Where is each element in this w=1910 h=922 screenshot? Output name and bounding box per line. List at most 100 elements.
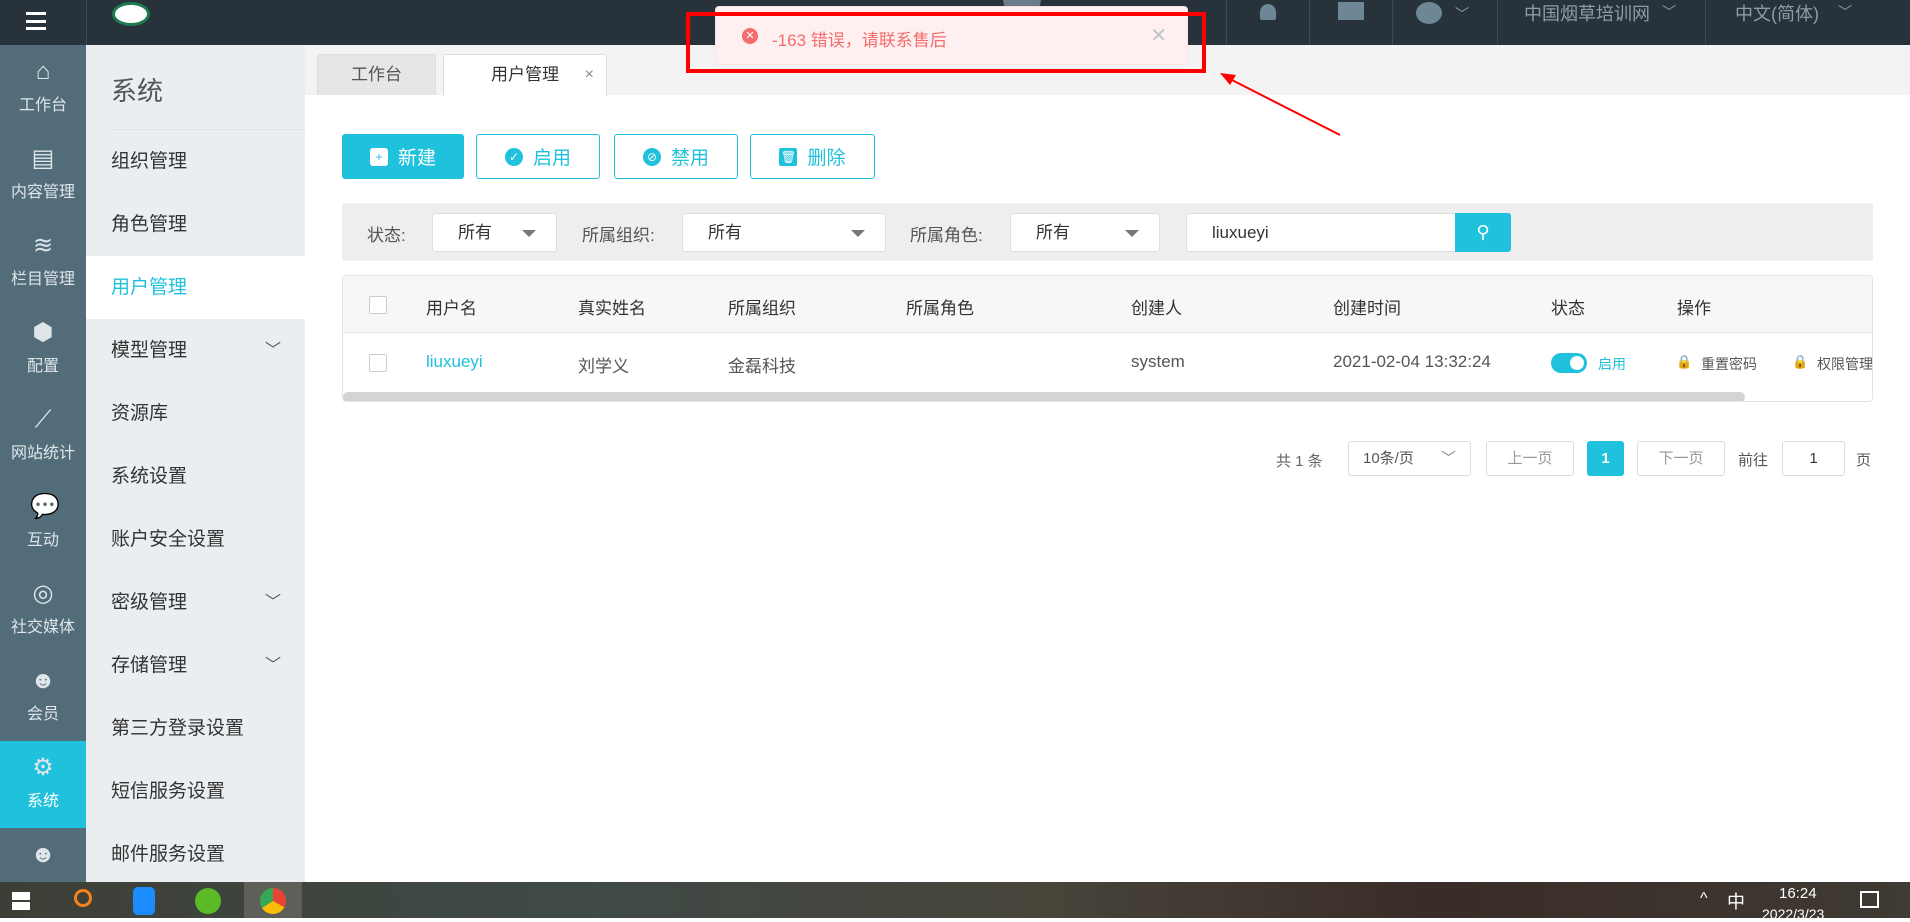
page-size-select[interactable]: 10条/页 ﹀ — [1348, 441, 1471, 476]
chevron-down-icon[interactable]: ﹀ — [1455, 4, 1469, 24]
lock-icon: 🔒 — [1792, 354, 1809, 369]
horizontal-scrollbar[interactable] — [343, 392, 1745, 401]
submenu-label: 存储管理 — [111, 655, 188, 676]
rail-item-2[interactable]: ≋ 栏目管理 — [0, 219, 86, 306]
palette-icon[interactable] — [1416, 2, 1442, 24]
disable-label: 禁用 — [670, 148, 709, 169]
submenu-item-8[interactable]: 存储管理 ﹀ — [86, 634, 305, 697]
submenu-item-2[interactable]: 用户管理 — [86, 256, 305, 319]
org-select[interactable]: 所有 — [682, 213, 886, 252]
windows-start-icon[interactable] — [12, 892, 30, 910]
submenu-label: 模型管理 — [111, 340, 188, 361]
lock-reset-icon: 🔒 — [1676, 354, 1693, 369]
col-status: 状态 — [1551, 299, 1585, 318]
rail-item-6[interactable]: ◎ 社交媒体 — [0, 567, 86, 654]
annotation-box — [686, 12, 1206, 73]
browser-green-icon[interactable] — [195, 888, 221, 914]
bell-icon[interactable] — [1260, 4, 1276, 20]
reset-password-link[interactable]: 重置密码 — [1701, 354, 1757, 374]
goto-page-input[interactable]: 1 — [1782, 441, 1845, 476]
new-label: 新建 — [397, 148, 436, 169]
current-page[interactable]: 1 — [1587, 441, 1624, 476]
role-select[interactable]: 所有 — [1010, 213, 1160, 252]
clock-time[interactable]: 16:24 — [1779, 885, 1817, 902]
col-actions: 操作 — [1677, 299, 1711, 318]
submenu-label: 资源库 — [111, 403, 169, 424]
submenu-label: 组织管理 — [111, 151, 188, 172]
tray-chevron-icon[interactable]: ^ — [1700, 890, 1708, 908]
rail-icon: ⌂ — [35, 58, 51, 85]
submenu-item-4[interactable]: 资源库 — [86, 382, 305, 445]
rail-item-5[interactable]: 💬 互动 — [0, 480, 86, 567]
submenu-item-10[interactable]: 短信服务设置 — [86, 760, 305, 823]
language-selector[interactable]: 中文(简体) — [1735, 0, 1819, 26]
filter-bar: 状态: 所有 所属组织: 所有 所属角色: 所有 liuxueyi ⚲ — [342, 203, 1873, 261]
notification-icon[interactable] — [1860, 891, 1879, 908]
submenu-item-1[interactable]: 角色管理 — [86, 193, 305, 256]
menu-icon[interactable] — [26, 12, 46, 30]
page-suffix: 页 — [1856, 452, 1872, 469]
enable-label: 启用 — [532, 148, 571, 169]
submenu-item-11[interactable]: 邮件服务设置 — [86, 823, 305, 886]
rail-item-1[interactable]: ▤ 内容管理 — [0, 132, 86, 219]
annotation-arrow — [1220, 73, 1341, 136]
col-realname: 真实姓名 — [578, 299, 646, 318]
rail-item-3[interactable]: ⬢ 配置 — [0, 306, 86, 393]
monitor-icon[interactable] — [1338, 2, 1364, 20]
org-value: 所有 — [708, 223, 742, 242]
chrome-icon — [260, 888, 286, 914]
rail-icon: ▤ — [31, 145, 55, 172]
close-icon[interactable]: × — [585, 55, 594, 95]
role-label: 所属角色: — [910, 226, 983, 245]
rail-item-7[interactable]: ☻ 会员 — [0, 654, 86, 741]
status-select[interactable]: 所有 — [432, 213, 557, 252]
rail-item-0[interactable]: ⌂ 工作台 — [0, 45, 86, 132]
row-checkbox[interactable] — [369, 354, 387, 372]
submenu-item-5[interactable]: 系统设置 — [86, 445, 305, 508]
tab-user-management[interactable]: 用户管理 × — [443, 54, 607, 96]
ban-icon: ⊘ — [642, 147, 661, 166]
prev-page-button[interactable]: 上一页 — [1486, 441, 1574, 476]
search-input[interactable]: liuxueyi — [1186, 213, 1456, 252]
page-size-value: 10条/页 — [1363, 450, 1414, 467]
submenu-item-3[interactable]: 模型管理 ﹀ — [86, 319, 305, 382]
enable-button[interactable]: ✓ 启用 — [476, 134, 600, 179]
rail-label: 社交媒体 — [10, 619, 75, 636]
col-created: 创建时间 — [1333, 299, 1401, 318]
submenu-item-0[interactable]: 组织管理 — [86, 130, 305, 193]
trash-icon: 🗑 — [779, 147, 798, 166]
rail-label: 工作台 — [18, 97, 67, 114]
rail-item-4[interactable]: ⟋ 网站统计 — [0, 393, 86, 480]
next-page-button[interactable]: 下一页 — [1637, 441, 1725, 476]
search-app-icon[interactable] — [74, 889, 92, 907]
username-link[interactable]: liuxueyi — [426, 352, 483, 372]
submenu-item-6[interactable]: 账户安全设置 — [86, 508, 305, 571]
check-icon: ✓ — [504, 147, 523, 166]
submenu-item-9[interactable]: 第三方登录设置 — [86, 697, 305, 760]
rail-label: 栏目管理 — [10, 271, 75, 288]
rail-icon: ☻ — [30, 667, 56, 694]
disable-button[interactable]: ⊘ 禁用 — [614, 134, 738, 179]
site-selector[interactable]: 中国烟草培训网 — [1524, 0, 1650, 26]
col-username: 用户名 — [426, 299, 477, 318]
tab-label: 工作台 — [351, 65, 402, 84]
new-button[interactable]: + 新建 — [342, 134, 464, 179]
search-icon: ⚲ — [1476, 222, 1490, 242]
clock-date[interactable]: 2022/3/23 — [1762, 906, 1824, 922]
tab-workbench[interactable]: 工作台 — [317, 54, 436, 95]
caret-down-icon — [851, 230, 865, 237]
permissions-link[interactable]: 权限管理 — [1817, 354, 1872, 374]
app-icon[interactable] — [133, 887, 155, 915]
delete-button[interactable]: 🗑 删除 — [750, 134, 875, 179]
submenu-label: 第三方登录设置 — [111, 718, 245, 739]
submenu-item-7[interactable]: 密级管理 ﹀ — [86, 571, 305, 634]
rail-icon: ⟋ — [34, 406, 52, 433]
chrome-active-tab[interactable] — [244, 882, 302, 918]
search-button[interactable]: ⚲ — [1455, 213, 1511, 252]
rail-icon: ≋ — [32, 232, 54, 259]
status-toggle[interactable] — [1551, 353, 1587, 373]
select-all-checkbox[interactable] — [369, 296, 387, 314]
rail-label: 互动 — [26, 532, 59, 549]
ime-indicator[interactable]: 中 — [1727, 888, 1745, 914]
rail-item-8[interactable]: ⚙ 系统 — [0, 741, 86, 828]
